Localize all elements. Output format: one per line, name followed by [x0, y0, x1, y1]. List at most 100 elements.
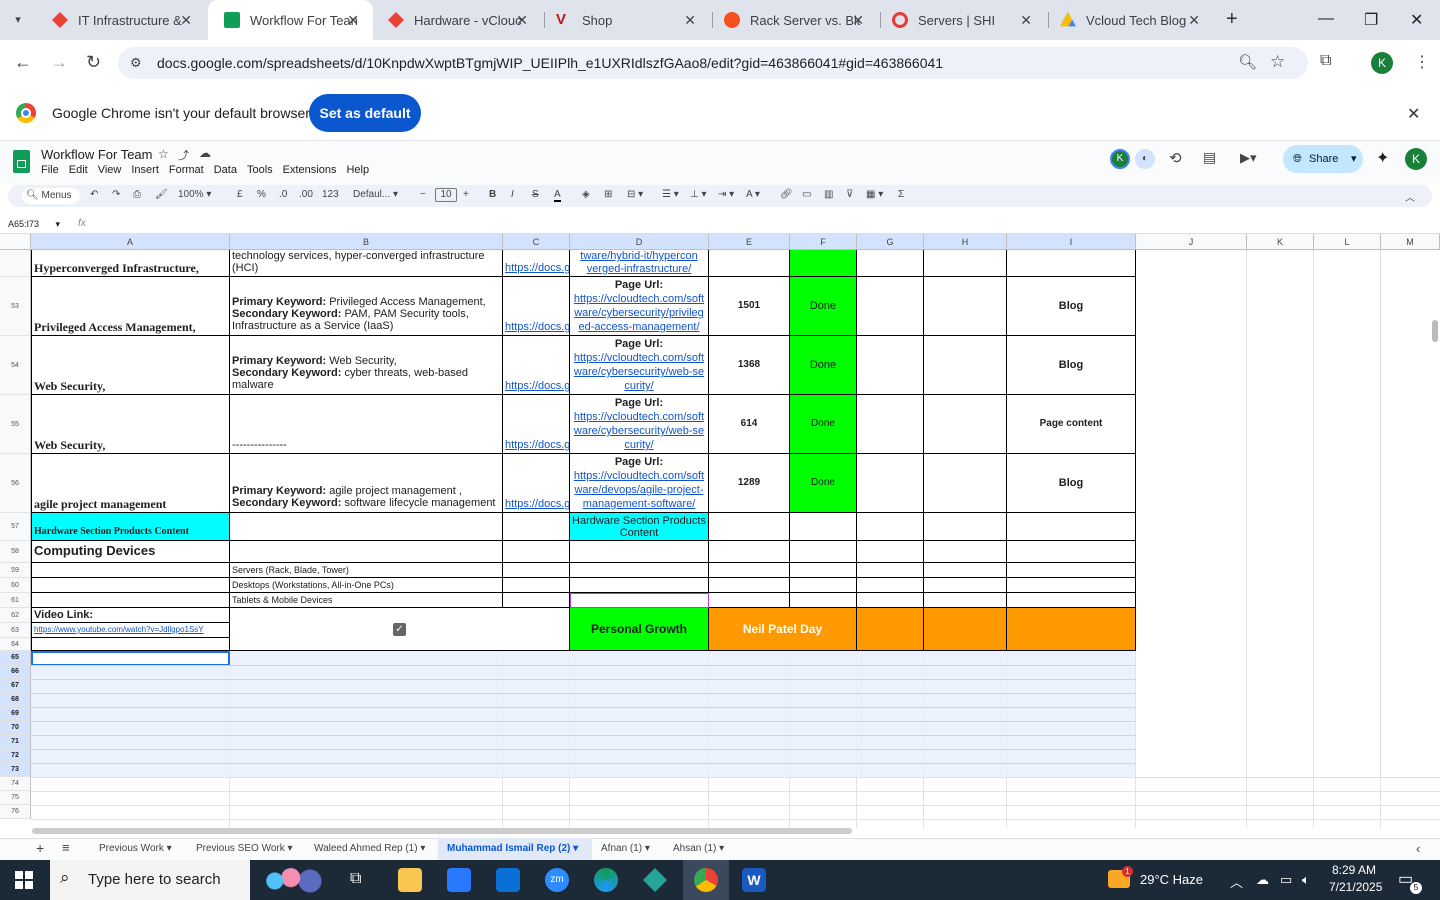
menu-file[interactable]: File — [41, 164, 59, 176]
row-header[interactable]: 55 — [0, 395, 31, 454]
close-tab-icon[interactable]: ✕ — [852, 12, 864, 29]
cell-c55[interactable]: https://docs.g — [503, 395, 570, 454]
cell-h59[interactable] — [924, 563, 1007, 578]
column-header-m[interactable]: M — [1381, 234, 1440, 250]
windows-start-icon[interactable] — [15, 871, 33, 889]
insert-chart-icon[interactable]: ▥ — [824, 189, 833, 200]
move-icon[interactable]: ⤴ — [178, 147, 189, 163]
italic-icon[interactable]: I — [511, 189, 514, 200]
row-header[interactable]: 59 — [0, 563, 31, 578]
font-size-decrease-icon[interactable]: − — [420, 189, 426, 200]
page-url-link[interactable]: https://vcloudtech.com/software/devops/a… — [574, 470, 704, 510]
cell-b55[interactable]: --------------- — [230, 395, 503, 454]
menu-format[interactable]: Format — [169, 164, 204, 176]
row-header[interactable]: 58 — [0, 541, 31, 563]
cell-h54[interactable] — [924, 336, 1007, 395]
network-icon[interactable]: ☁ — [1256, 872, 1269, 888]
percent-button[interactable]: % — [257, 189, 266, 200]
reload-icon[interactable]: ↻ — [86, 52, 101, 73]
strikethrough-icon[interactable]: S — [532, 189, 539, 200]
filter-icon[interactable]: ⊽ — [846, 189, 853, 200]
cell-a57[interactable]: Hardware Section Products Content — [31, 513, 230, 541]
cell-g60[interactable] — [857, 578, 924, 593]
collaborator-avatar[interactable]: K — [1110, 149, 1130, 169]
taskbar-search-box[interactable]: ⌕ Type here to search — [50, 860, 250, 900]
cell-c56[interactable]: https://docs.g — [503, 454, 570, 513]
cell-g58[interactable] — [857, 541, 924, 563]
insert-comment-icon[interactable]: ▭ — [802, 189, 811, 200]
column-header-f[interactable]: F — [790, 234, 857, 250]
add-sheet-icon[interactable]: + — [36, 840, 44, 856]
cell-a53[interactable]: Privileged Access Management, — [31, 277, 230, 336]
cell-h55[interactable] — [924, 395, 1007, 454]
cell-h61[interactable] — [924, 593, 1007, 608]
close-tab-icon[interactable]: ✕ — [684, 12, 696, 29]
close-tab-icon[interactable]: ✕ — [347, 12, 359, 29]
cell-i56[interactable]: Blog — [1007, 454, 1136, 513]
row-header[interactable]: 57 — [0, 513, 31, 541]
page-url-link[interactable]: https://vcloudtech.com/software/cybersec… — [574, 411, 704, 451]
cell-b62-merged[interactable]: ✓ — [230, 608, 570, 651]
row-header[interactable] — [0, 250, 31, 277]
menu-help[interactable]: Help — [346, 164, 369, 176]
column-header-j[interactable]: J — [1136, 234, 1247, 250]
meet-icon[interactable]: ▶▾ — [1240, 150, 1257, 166]
column-header-l[interactable]: L — [1314, 234, 1381, 250]
font-size-input[interactable]: 10 — [435, 188, 457, 202]
word-icon[interactable]: W — [742, 868, 766, 892]
row-header[interactable]: 70 — [0, 721, 31, 735]
cell-c53[interactable]: https://docs.g — [503, 277, 570, 336]
column-header-c[interactable]: C — [503, 234, 570, 250]
cell-g56[interactable] — [857, 454, 924, 513]
cell-d61[interactable] — [570, 593, 709, 608]
sheets-logo-icon[interactable] — [13, 150, 30, 173]
star-icon[interactable]: ☆ — [158, 147, 169, 161]
row-header[interactable]: 65 — [0, 651, 31, 665]
cell-e57[interactable] — [709, 513, 790, 541]
sheet-tab[interactable]: Previous Work ▾ — [99, 843, 172, 854]
cell-h52[interactable] — [924, 250, 1007, 277]
close-tab-icon[interactable]: ✕ — [1020, 12, 1032, 29]
row-header[interactable]: 68 — [0, 693, 31, 707]
cell-f53[interactable]: Done — [790, 277, 857, 336]
align-vertical-icon[interactable]: ⊥ ▾ — [690, 189, 707, 200]
cell-i58[interactable] — [1007, 541, 1136, 563]
cell-f56[interactable]: Done — [790, 454, 857, 513]
vertical-scrollbar[interactable] — [1432, 320, 1438, 342]
chrome-taskbar-icon[interactable] — [694, 868, 718, 892]
cell-b53[interactable]: Primary Keyword: Privileged Access Manag… — [230, 277, 503, 336]
cell-d60[interactable] — [570, 578, 709, 593]
cell-e61[interactable] — [709, 593, 790, 608]
tab-search-button[interactable]: ▾ — [8, 10, 28, 30]
formula-input[interactable] — [96, 215, 1426, 233]
sheet-tab[interactable]: Ahsan (1) ▾ — [673, 843, 724, 854]
cell-d62-personal-growth[interactable]: Personal Growth — [570, 608, 709, 651]
cell-b58[interactable] — [230, 541, 503, 563]
cell-a61[interactable] — [31, 593, 230, 608]
cell-d53[interactable]: Page Url: https://vcloudtech.com/softwar… — [570, 277, 709, 336]
cell-b52[interactable]: technology services, hyper-converged inf… — [230, 250, 503, 277]
cell-f59[interactable] — [790, 563, 857, 578]
sheet-tab[interactable]: Waleed Ahmed Rep (1) ▾ — [314, 843, 425, 854]
menu-view[interactable]: View — [98, 164, 122, 176]
file-explorer-icon[interactable] — [398, 868, 422, 892]
cell-a60[interactable] — [31, 578, 230, 593]
active-cell[interactable] — [31, 651, 230, 666]
cell-b61[interactable]: Tablets & Mobile Devices — [230, 593, 503, 608]
all-sheets-icon[interactable]: ≡ — [62, 840, 70, 855]
share-button[interactable]: 🌐︎ Share ▾ — [1283, 145, 1363, 173]
cell-b57[interactable] — [230, 513, 503, 541]
back-icon[interactable]: ← — [14, 52, 32, 73]
font-size-increase-icon[interactable]: + — [463, 189, 469, 200]
close-tab-icon[interactable]: ✕ — [516, 12, 528, 29]
row-header[interactable]: 69 — [0, 707, 31, 721]
cell-h56[interactable] — [924, 454, 1007, 513]
cell-a55[interactable]: Web Security, — [31, 395, 230, 454]
cell-d57[interactable]: Hardware Section Products Content — [570, 513, 709, 541]
redo-icon[interactable]: ↷ — [112, 189, 120, 200]
cell-g54[interactable] — [857, 336, 924, 395]
cell-e53[interactable]: 1501 — [709, 277, 790, 336]
profile-avatar[interactable]: K — [1371, 52, 1393, 74]
cell-i52[interactable] — [1007, 250, 1136, 277]
merge-cells-icon[interactable]: ⊟ ▾ — [627, 189, 643, 200]
